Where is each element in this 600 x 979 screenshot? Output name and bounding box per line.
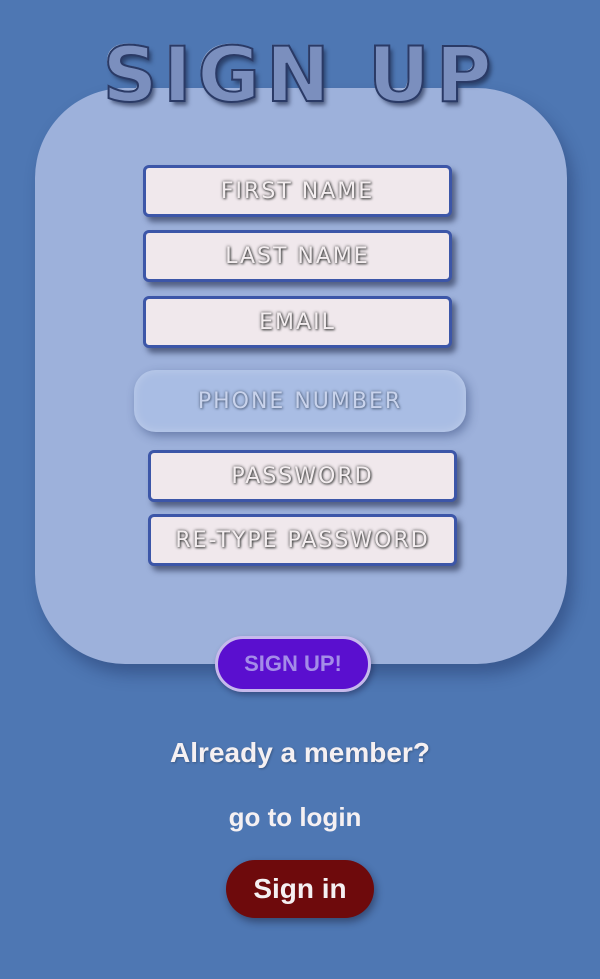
login-hint: go to login — [228, 802, 362, 832]
password-field[interactable]: PASSWORD — [148, 450, 457, 502]
member-prompt: Already a member? — [170, 737, 430, 768]
retype-password-field[interactable]: RE-TYPE PASSWORD — [148, 514, 457, 566]
last-name-field[interactable]: LAST NAME — [143, 230, 452, 282]
signup-button[interactable]: SIGN UP! — [215, 636, 371, 692]
email-field[interactable]: EMAIL — [143, 296, 452, 348]
page-title: SIGN UP — [102, 29, 498, 120]
first-name-field[interactable]: FIRST NAME — [143, 165, 452, 217]
phone-number-field[interactable]: PHONE NUMBER — [134, 370, 466, 432]
signin-button[interactable]: Sign in — [226, 860, 374, 918]
